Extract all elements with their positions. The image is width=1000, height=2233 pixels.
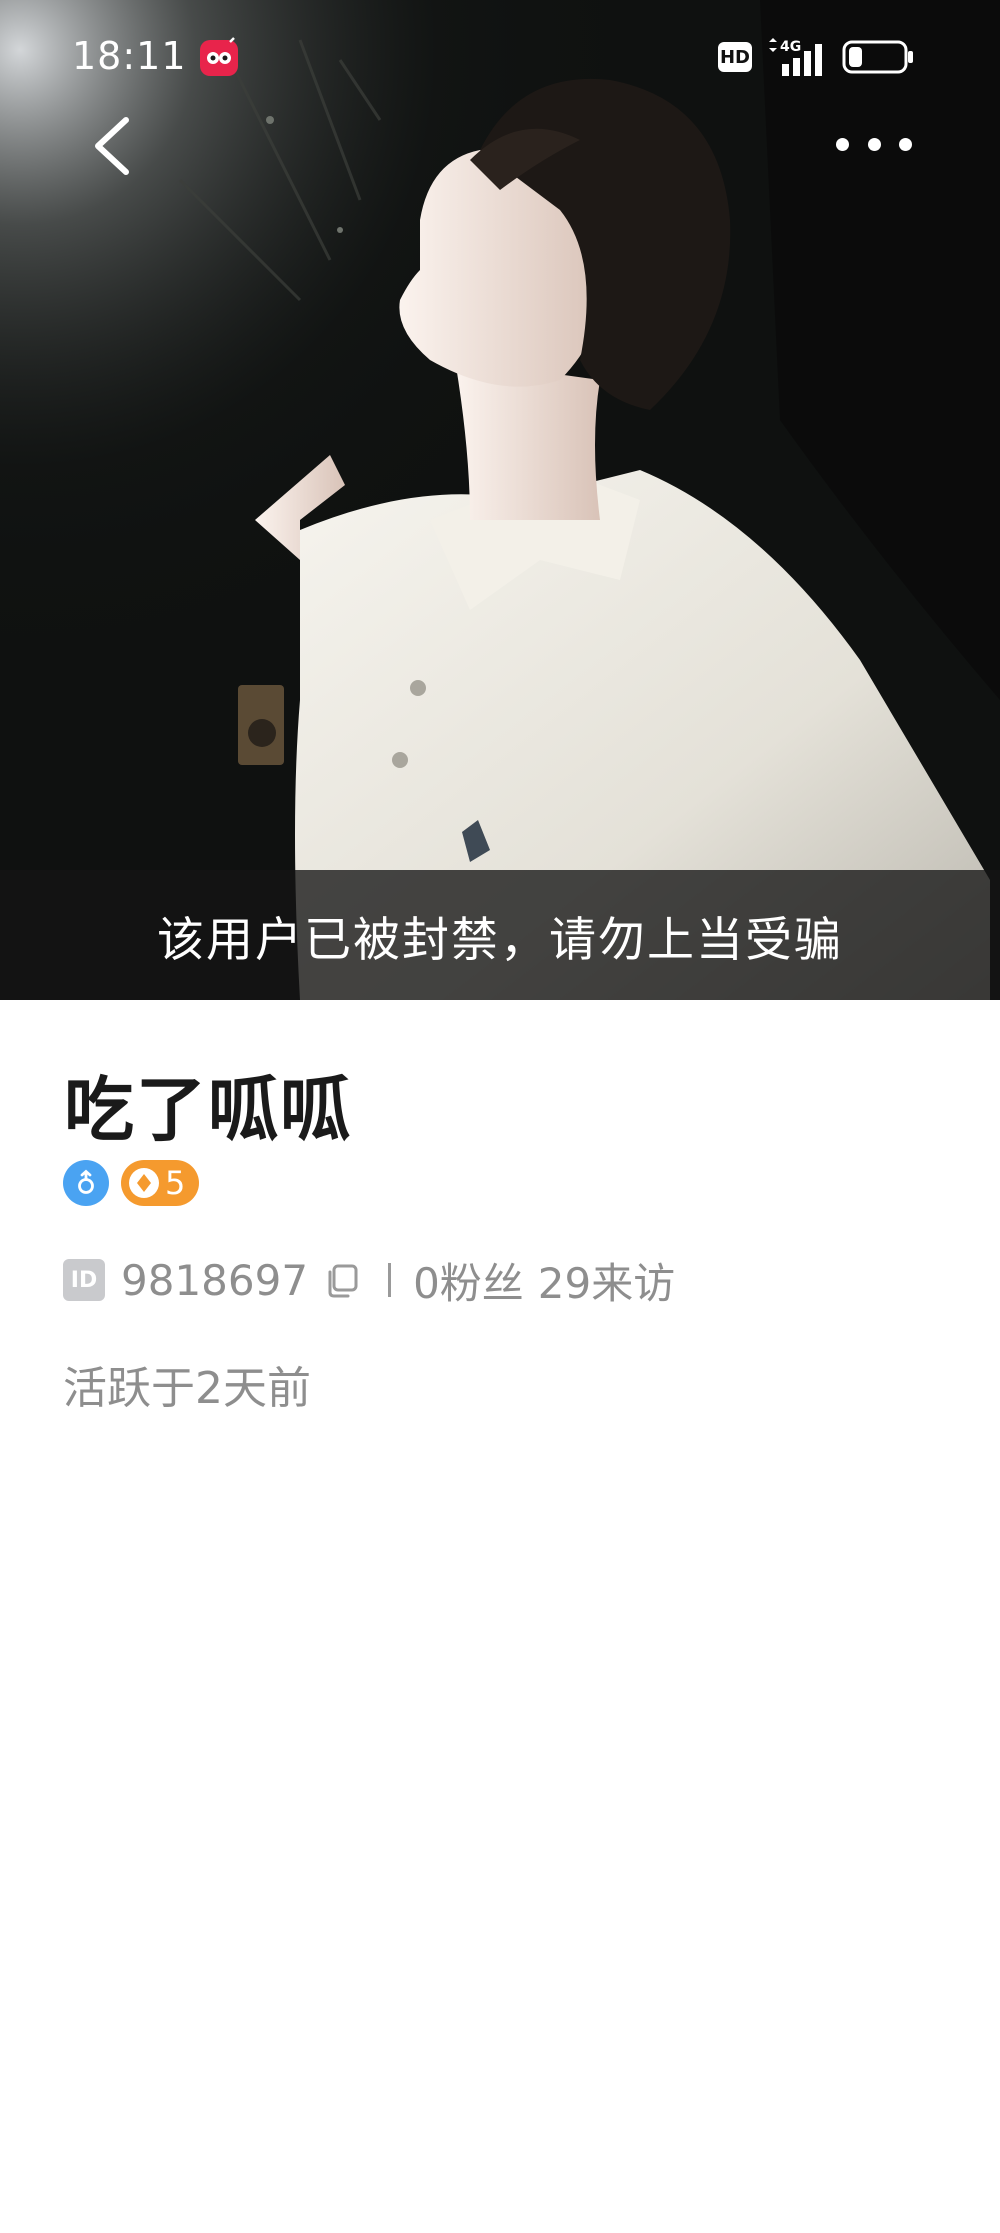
status-time: 18:11 <box>72 34 187 78</box>
status-bar: 18:11 HD 4G <box>0 0 1000 116</box>
id-icon: ID <box>63 1259 105 1301</box>
ban-notice-banner: 该用户已被封禁，请勿上当受骗 <box>0 870 1000 1000</box>
level-diamond-icon <box>129 1168 159 1198</box>
meta-divider <box>388 1263 392 1297</box>
more-options-button[interactable] <box>836 126 912 162</box>
battery-icon <box>842 40 913 74</box>
ban-notice-text: 该用户已被封禁，请勿上当受骗 <box>157 912 843 968</box>
chevron-left-icon <box>95 117 129 175</box>
username: 吃了呱呱 <box>64 1069 352 1151</box>
meta-row: ID 9818697 0粉丝 29来访 <box>63 1250 675 1310</box>
status-icons: HD 4G <box>718 36 914 78</box>
cover-photo[interactable]: 18:11 HD 4G 该用户已被封禁，请勿上当受骗 <box>0 0 1000 1000</box>
red-app-icon <box>200 37 238 76</box>
active-status: 活跃于2天前 <box>63 1363 311 1414</box>
network-label: 4G <box>780 39 801 55</box>
male-icon <box>78 1169 94 1194</box>
fans-count[interactable]: 0粉丝 <box>413 1250 524 1311</box>
visits-count[interactable]: 29来访 <box>538 1250 675 1311</box>
profile-info: 吃了呱呱 5 ID 9818697 0粉丝 29来访 活跃于2天前 <box>0 1000 1000 2233</box>
signal-4g-icon: 4G <box>769 38 822 76</box>
badge-row: 5 <box>63 1160 200 1206</box>
copy-icon[interactable] <box>322 1260 362 1300</box>
level-badge[interactable]: 5 <box>121 1160 200 1206</box>
profile-page: 18:11 HD 4G 该用户已被封禁，请勿上当受骗 吃了呱呱 5 ID 981… <box>0 0 1000 2233</box>
gender-badge <box>63 1160 109 1206</box>
back-button[interactable] <box>84 114 144 178</box>
more-dots-icon <box>836 137 849 151</box>
hd-icon: HD <box>718 42 752 72</box>
level-number: 5 <box>165 1164 186 1202</box>
user-id: 9818697 <box>121 1255 309 1305</box>
